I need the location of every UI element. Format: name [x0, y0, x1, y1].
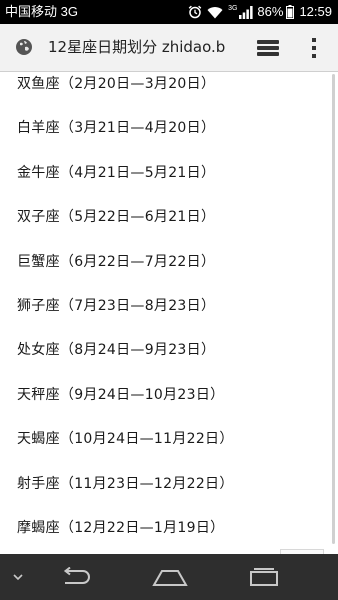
url-bar[interactable]: 12星座日期划分 zhidao.b: [48, 24, 244, 71]
globe-icon[interactable]: [15, 38, 33, 56]
list-item: 天秤座（9月24日—10月23日）: [17, 386, 225, 403]
list-item: 天蝎座（10月24日—11月22日）: [17, 431, 234, 448]
battery-icon: [286, 5, 295, 19]
list-item: 白羊座（3月21日—4月20日）: [17, 120, 216, 137]
scrollbar[interactable]: [332, 74, 335, 544]
status-icons: 3G 86% 12:59: [183, 0, 332, 24]
list-item: 狮子座（7月23日—8月23日）: [17, 297, 216, 314]
home-icon[interactable]: [146, 554, 194, 600]
back-icon[interactable]: [50, 554, 98, 600]
list-item: 双鱼座（2月20日—3月20日）: [17, 76, 216, 92]
list-item: 射手座（11月23日—12月22日）: [17, 475, 234, 492]
recent-apps-icon[interactable]: [240, 554, 288, 600]
alarm-icon: [188, 5, 202, 19]
navigation-bar: [0, 554, 338, 600]
overflow-menu-icon[interactable]: [310, 36, 318, 60]
list-item: 金牛座（4月21日—5月21日）: [17, 164, 216, 181]
battery-percent: 86%: [257, 4, 284, 19]
list-item: 处女座（8月24日—9月23日）: [17, 342, 216, 359]
zodiac-list: 双鱼座（2月20日—3月20日） 白羊座（3月21日—4月20日） 金牛座（4月…: [17, 72, 234, 554]
signal-icon: [239, 5, 254, 19]
status-bar: 中国移动 3G 3G 86% 12:59: [0, 0, 338, 24]
list-item: 双子座（5月22日—6月21日）: [17, 209, 216, 226]
browser-toolbar: 12星座日期划分 zhidao.b: [0, 24, 338, 72]
tabs-icon[interactable]: [256, 38, 280, 58]
list-item: 巨蟹座（6月22日—7月22日）: [17, 253, 216, 270]
network-type-label: 3G: [228, 5, 238, 12]
list-item: 摩蝎座（12月22日—1月19日）: [17, 519, 225, 536]
page-content[interactable]: 双鱼座（2月20日—3月20日） 白羊座（3月21日—4月20日） 金牛座（4月…: [0, 72, 338, 554]
carrier-label: 中国移动 3G: [5, 4, 78, 19]
wifi-icon: [207, 6, 223, 19]
hide-keyboard-icon[interactable]: [6, 554, 30, 600]
clock-time: 12:59: [299, 4, 332, 19]
